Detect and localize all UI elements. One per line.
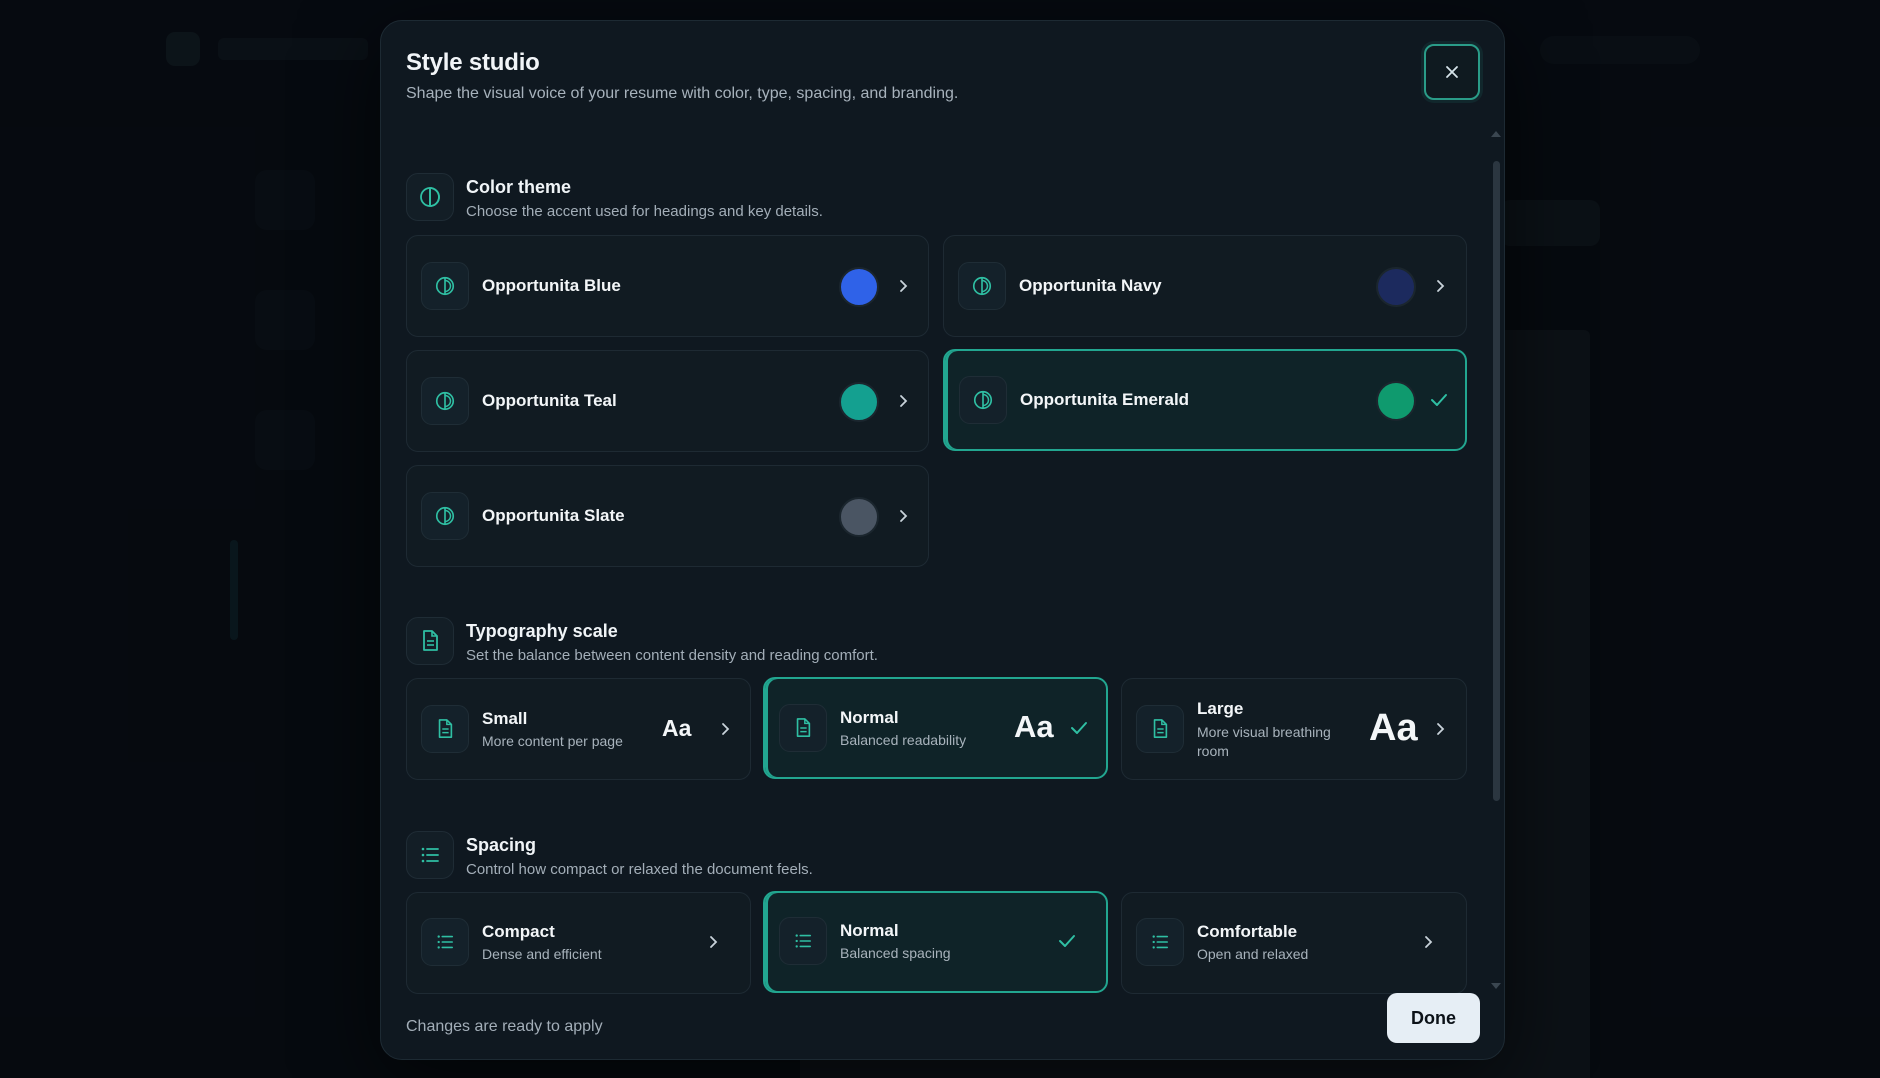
spacing-option-normal[interactable]: Normal Balanced spacing xyxy=(763,891,1108,993)
spacing-option-comfortable[interactable]: Comfortable Open and relaxed xyxy=(1121,892,1467,994)
spacing-option-label: Comfortable xyxy=(1197,922,1298,941)
chevron-right-icon xyxy=(704,932,724,952)
spacing-option-compact[interactable]: Compact Dense and efficient xyxy=(406,892,751,994)
modal-title: Style studio xyxy=(406,49,540,76)
done-button[interactable]: Done xyxy=(1387,993,1480,1043)
chevron-right-icon xyxy=(894,276,914,296)
color-swatch xyxy=(1376,267,1416,307)
spacing-subtitle: Control how compact or relaxed the docum… xyxy=(466,861,813,878)
typography-option-desc: More content per page xyxy=(482,733,623,749)
check-icon xyxy=(1429,390,1449,410)
palette-icon xyxy=(421,377,469,425)
theme-option-label: Opportunita Emerald xyxy=(1020,390,1190,409)
spacing-option-label: Normal xyxy=(840,921,899,940)
spacing-header: Spacing Control how compact or relaxed t… xyxy=(406,831,1446,883)
color-theme-subtitle: Choose the accent used for headings and … xyxy=(466,203,823,220)
theme-option-label: Opportunita Blue xyxy=(482,276,621,295)
document-icon xyxy=(1136,705,1184,753)
typography-option-label: Large xyxy=(1197,699,1244,718)
document-icon xyxy=(779,704,827,752)
list-icon xyxy=(1136,918,1184,966)
color-swatch xyxy=(839,497,879,537)
scroll-up-arrow[interactable] xyxy=(1491,131,1501,137)
typography-title: Typography scale xyxy=(466,621,618,641)
typography-option-desc: Balanced readability xyxy=(840,732,967,748)
theme-option-navy[interactable]: Opportunita Navy xyxy=(943,235,1467,337)
theme-option-emerald[interactable]: Opportunita Emerald xyxy=(943,349,1467,451)
spacing-title: Spacing xyxy=(466,835,537,855)
color-theme-title: Color theme xyxy=(466,177,572,197)
document-icon xyxy=(406,617,454,665)
typography-header: Typography scale Set the balance between… xyxy=(406,617,1446,669)
typography-option-label: Small xyxy=(482,709,528,728)
document-icon xyxy=(421,705,469,753)
type-sample-small: Aa xyxy=(662,715,692,741)
scrollbar[interactable] xyxy=(1493,141,1500,1001)
theme-option-label: Opportunita Slate xyxy=(482,506,625,525)
modal-subtitle: Shape the visual voice of your resume wi… xyxy=(406,85,959,102)
list-icon xyxy=(421,918,469,966)
theme-option-label: Opportunita Teal xyxy=(482,391,617,410)
type-sample-normal: Aa xyxy=(1014,709,1054,744)
spacing-option-desc: Balanced spacing xyxy=(840,945,951,961)
chevron-right-icon xyxy=(1431,719,1451,739)
color-swatch xyxy=(839,382,879,422)
theme-option-slate[interactable]: Opportunita Slate xyxy=(406,465,929,567)
check-icon xyxy=(1069,718,1089,738)
color-swatch xyxy=(839,267,879,307)
palette-icon xyxy=(421,262,469,310)
scroll-down-arrow[interactable] xyxy=(1491,983,1501,989)
typography-option-desc: More visual breathing room xyxy=(1197,724,1331,759)
palette-icon xyxy=(421,492,469,540)
scrollbar-thumb[interactable] xyxy=(1493,161,1500,801)
palette-icon xyxy=(958,262,1006,310)
typography-option-small[interactable]: Small More content per page Aa xyxy=(406,678,751,780)
chevron-right-icon xyxy=(716,719,736,739)
color-swatch xyxy=(1376,381,1416,421)
typography-option-large[interactable]: Large More visual breathing room Aa xyxy=(1121,678,1467,780)
spacing-option-desc: Dense and efficient xyxy=(482,946,602,962)
check-icon xyxy=(1057,931,1077,951)
footer-status: Changes are ready to apply xyxy=(406,1018,603,1035)
typography-option-label: Normal xyxy=(840,708,899,727)
list-icon xyxy=(406,831,454,879)
theme-option-teal[interactable]: Opportunita Teal xyxy=(406,350,929,452)
chevron-right-icon xyxy=(1419,932,1439,952)
type-sample-large: Aa xyxy=(1369,707,1418,749)
typography-option-normal[interactable]: Normal Balanced readability Aa xyxy=(763,677,1108,779)
spacing-option-label: Compact xyxy=(482,922,555,941)
theme-option-label: Opportunita Navy xyxy=(1019,276,1162,295)
list-icon xyxy=(779,917,827,965)
close-button[interactable] xyxy=(1424,44,1480,100)
style-studio-modal: Style studio Shape the visual voice of y… xyxy=(380,20,1505,1060)
close-icon xyxy=(1446,66,1458,78)
spacing-option-desc: Open and relaxed xyxy=(1197,946,1309,962)
typography-subtitle: Set the balance between content density … xyxy=(466,647,878,664)
theme-option-blue[interactable]: Opportunita Blue xyxy=(406,235,929,337)
chevron-right-icon xyxy=(1431,276,1451,296)
palette-icon xyxy=(959,376,1007,424)
modal-scroll-area[interactable]: Color theme Choose the accent used for h… xyxy=(406,161,1467,1001)
color-theme-header: Color theme Choose the accent used for h… xyxy=(406,173,1446,225)
palette-icon xyxy=(406,173,454,221)
chevron-right-icon xyxy=(894,391,914,411)
chevron-right-icon xyxy=(894,506,914,526)
